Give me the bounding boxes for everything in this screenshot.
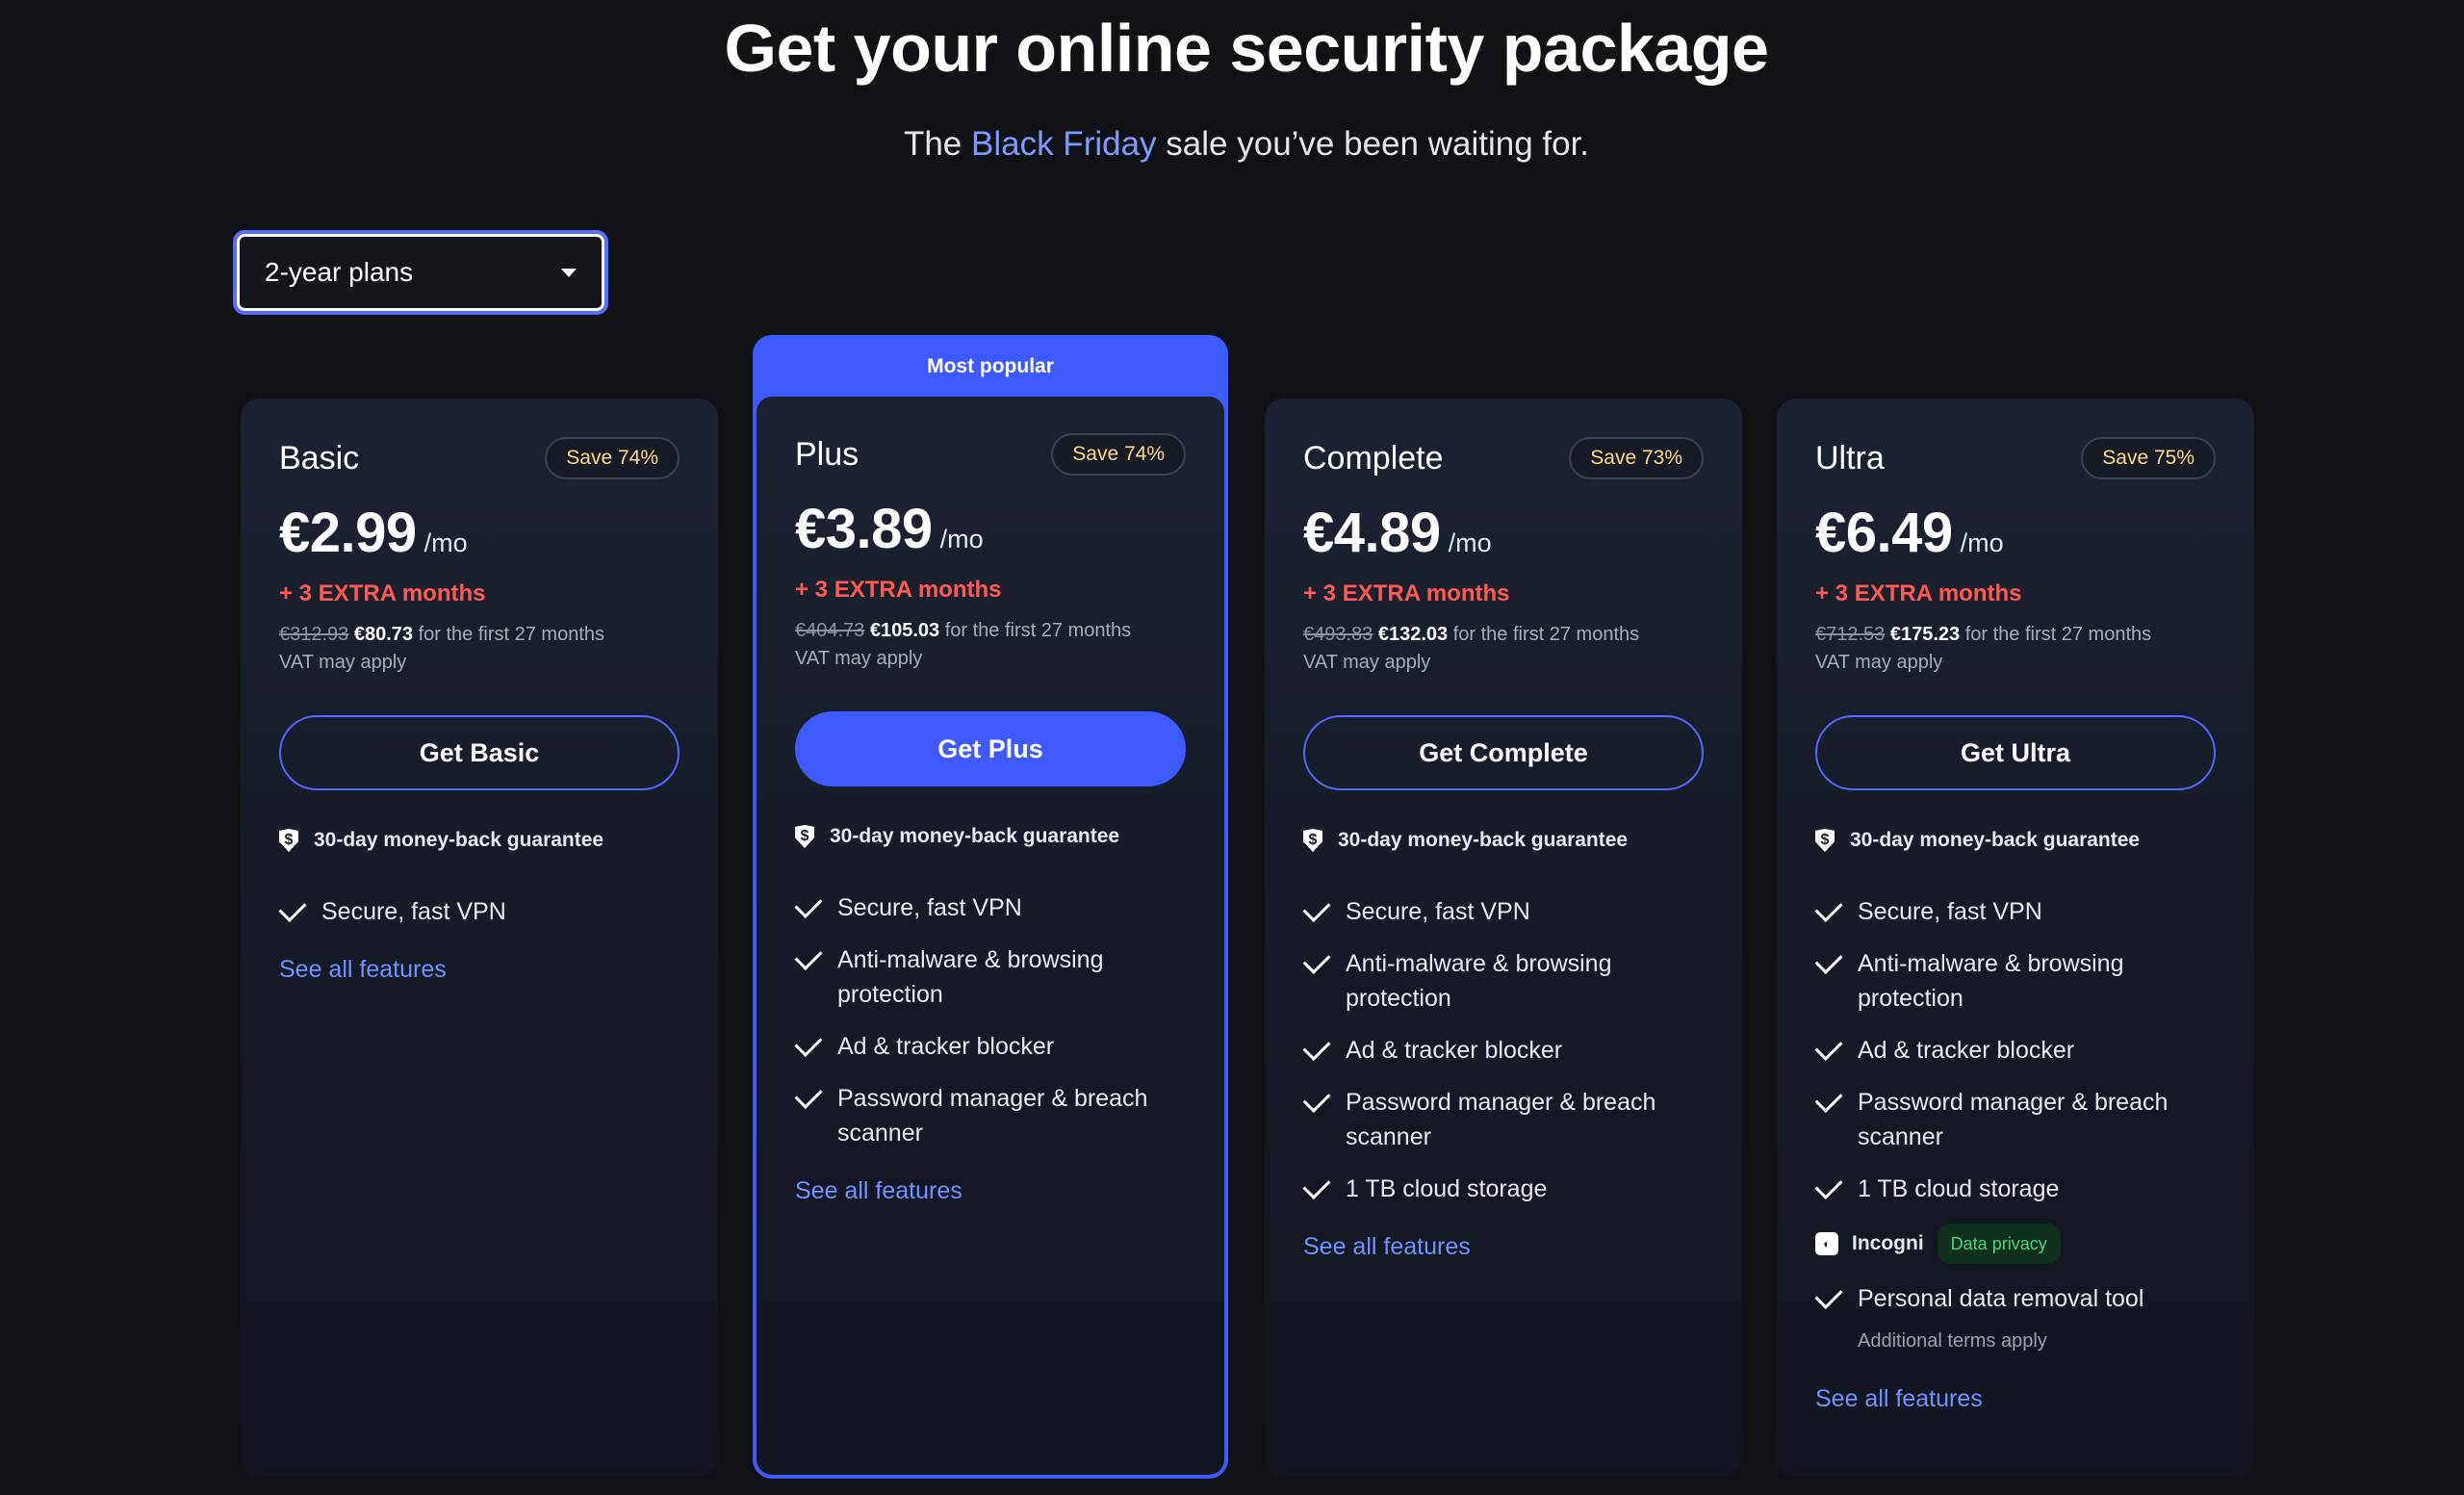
check-icon [1302, 894, 1331, 922]
feature-item: Secure, fast VPN [1814, 894, 2216, 929]
see-all-features-link[interactable]: See all features [279, 956, 447, 984]
feature-list: Secure, fast VPN Anti-malware & browsing… [1302, 894, 1704, 1206]
billing-info: €404.73 €105.03 for the first 27 months … [795, 620, 1132, 669]
see-all-features-link[interactable]: See all features [795, 1177, 962, 1205]
billing-info: €312.93 €80.73 for the first 27 months V… [279, 624, 605, 673]
check-icon [794, 942, 823, 970]
plan-duration-value: 2-year plans [265, 257, 414, 287]
plan-card-complete: Complete Save 73% €4.89 /mo + 3 EXTRA mo… [1265, 399, 1742, 1477]
check-icon [1302, 946, 1331, 974]
save-badge: Save 75% [2081, 437, 2216, 479]
feature-item: Anti-malware & browsing protection [1814, 946, 2216, 1016]
billing-info: €493.83 €132.03 for the first 27 months … [1303, 624, 1640, 673]
most-popular-badge: Most popular [927, 355, 1054, 377]
feature-item: Secure, fast VPN [278, 894, 680, 929]
extra-months: + 3 EXTRA months [1815, 580, 2022, 606]
page-title: Get your online security package [724, 11, 1769, 86]
check-icon [1302, 1172, 1331, 1199]
check-icon [1814, 1172, 1843, 1199]
extra-months: + 3 EXTRA months [795, 577, 1002, 603]
get-basic-button[interactable]: Get Basic [279, 715, 680, 790]
feature-item: 1 TB cloud storage [1814, 1172, 2216, 1206]
save-badge: Save 74% [545, 437, 680, 479]
black-friday-highlight: Black Friday [971, 125, 1157, 163]
additional-terms-note: Additional terms apply [1858, 1330, 2047, 1352]
feature-item: Secure, fast VPN [1302, 894, 1704, 929]
page-subtitle: The Black Friday sale you’ve been waitin… [903, 125, 1590, 163]
feature-list: Secure, fast VPN Anti-malware & browsing… [794, 890, 1186, 1150]
save-badge: Save 74% [1051, 433, 1186, 476]
plan-duration-select[interactable]: 2-year plans [233, 230, 608, 315]
plan-price: €2.99 [279, 502, 417, 564]
feature-item: Password manager & breach scanner [1302, 1085, 1704, 1154]
feature-item: Personal data removal tool Additional te… [1814, 1281, 2216, 1358]
get-complete-button[interactable]: Get Complete [1303, 715, 1704, 790]
shield-icon: $ [795, 825, 814, 848]
see-all-features-link[interactable]: See all features [1303, 1233, 1471, 1261]
plan-name: Ultra [1815, 439, 1885, 477]
shield-icon: $ [1815, 829, 1835, 852]
incogni-addon: ◐ Incogni Data privacy [1815, 1224, 2216, 1264]
billing-info: €712.53 €175.23 for the first 27 months … [1815, 624, 2152, 673]
data-privacy-tag: Data privacy [1937, 1224, 2061, 1264]
check-icon [1814, 1281, 1843, 1309]
feature-item: Ad & tracker blocker [794, 1029, 1186, 1064]
get-plus-button[interactable]: Get Plus [795, 711, 1186, 786]
feature-item: Anti-malware & browsing protection [794, 942, 1186, 1012]
check-icon [1814, 894, 1843, 922]
save-badge: Save 73% [1569, 437, 1704, 479]
plan-price: €4.89 [1303, 502, 1441, 564]
feature-item: 1 TB cloud storage [1302, 1172, 1704, 1206]
feature-item: Password manager & breach scanner [794, 1081, 1186, 1150]
plan-card-ultra: Ultra Save 75% €6.49 /mo + 3 EXTRA month… [1777, 399, 2254, 1477]
check-icon [1814, 1085, 1843, 1113]
price-period: /mo [939, 525, 984, 554]
get-ultra-button[interactable]: Get Ultra [1815, 715, 2216, 790]
see-all-features-link[interactable]: See all features [1815, 1385, 1983, 1413]
money-back-guarantee: $ 30-day money-back guarantee [1815, 829, 2216, 852]
check-icon [794, 890, 823, 918]
feature-item: Anti-malware & browsing protection [1302, 946, 1704, 1016]
feature-list: Secure, fast VPN [278, 894, 680, 929]
plan-name: Plus [795, 435, 860, 473]
feature-item: Secure, fast VPN [794, 890, 1186, 925]
check-icon [1302, 1033, 1331, 1061]
plan-price: €3.89 [795, 498, 933, 560]
check-icon [794, 1081, 823, 1109]
check-icon [278, 894, 307, 922]
money-back-guarantee: $ 30-day money-back guarantee [279, 829, 680, 852]
chevron-down-icon [561, 268, 577, 277]
shield-icon: $ [279, 829, 298, 852]
plan-card-plus: Most popular Plus Save 74% €3.89 /mo + 3… [753, 335, 1228, 1479]
feature-item: Ad & tracker blocker [1814, 1033, 2216, 1068]
check-icon [1814, 1033, 1843, 1061]
shield-icon: $ [1303, 829, 1322, 852]
plan-card-basic: Basic Save 74% €2.99 /mo + 3 EXTRA month… [241, 399, 718, 1477]
extra-months: + 3 EXTRA months [279, 580, 486, 606]
feature-item: Ad & tracker blocker [1302, 1033, 1704, 1068]
extra-months: + 3 EXTRA months [1303, 580, 1510, 606]
plan-price: €6.49 [1815, 502, 1953, 564]
price-period: /mo [424, 528, 468, 557]
money-back-guarantee: $ 30-day money-back guarantee [795, 825, 1186, 848]
plan-name: Basic [279, 439, 360, 477]
feature-item: Password manager & breach scanner [1814, 1085, 2216, 1154]
feature-list: Secure, fast VPN Anti-malware & browsing… [1814, 894, 2216, 1358]
price-period: /mo [1448, 528, 1492, 557]
check-icon [1302, 1085, 1331, 1113]
plan-name: Complete [1303, 439, 1444, 477]
price-period: /mo [1960, 528, 2004, 557]
check-icon [1814, 946, 1843, 974]
check-icon [794, 1029, 823, 1057]
money-back-guarantee: $ 30-day money-back guarantee [1303, 829, 1704, 852]
incogni-logo-icon: ◐ [1815, 1232, 1838, 1255]
